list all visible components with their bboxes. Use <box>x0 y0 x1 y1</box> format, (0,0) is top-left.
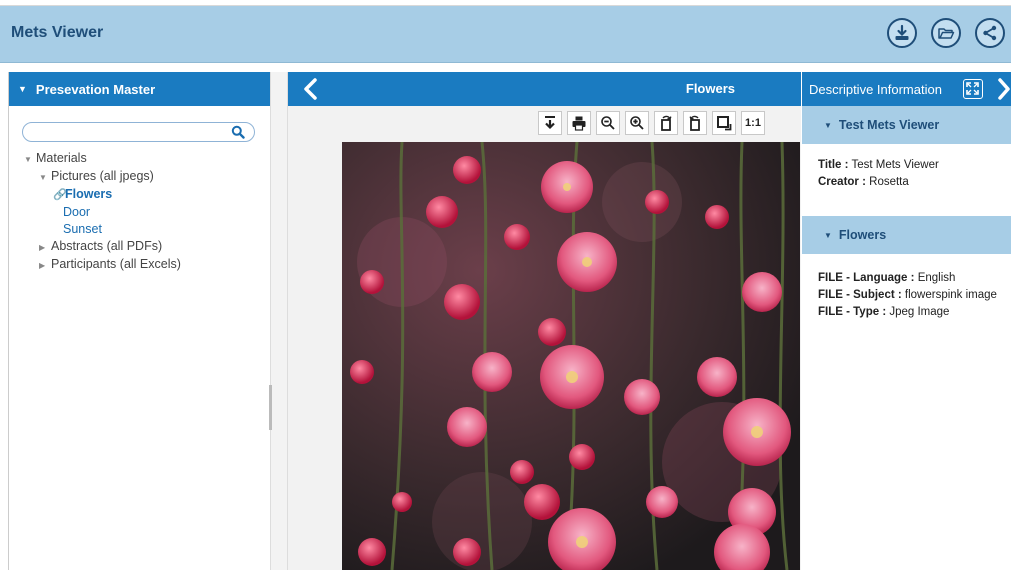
share-button[interactable] <box>975 18 1005 48</box>
flowers-photo <box>342 142 800 570</box>
tree-node-pictures[interactable]: ▼ Pictures (all jpegs) <box>24 168 181 186</box>
meta-subject-row: FILE - Subject : flowerspink image <box>818 289 997 301</box>
tree-search-input[interactable] <box>31 123 235 143</box>
caret-down-icon: ▼ <box>39 173 47 182</box>
search-icon[interactable] <box>231 125 245 139</box>
zoom-out-button[interactable] <box>596 111 620 135</box>
app-header: Mets Viewer <box>0 6 1011 63</box>
expand-icon <box>966 82 979 95</box>
tree-node-abstracts[interactable]: ▶ Abstracts (all PDFs) <box>24 238 181 256</box>
descriptive-info-title: Descriptive Information <box>809 81 942 97</box>
zoom-in-button[interactable] <box>625 111 649 135</box>
tree-node-sunset[interactable]: Sunset <box>24 221 181 238</box>
expand-button[interactable] <box>963 79 983 99</box>
tree-node-door[interactable]: Door <box>24 204 181 221</box>
app-title: Mets Viewer <box>11 24 104 41</box>
zoom-out-icon <box>601 116 615 130</box>
download-arrow-icon <box>545 116 555 130</box>
rotate-left-button[interactable] <box>654 111 678 135</box>
rotate-right-button[interactable] <box>683 111 707 135</box>
meta-title-row: Title : Test Mets Viewer <box>818 159 939 171</box>
download-button[interactable] <box>887 18 917 48</box>
splitter-handle[interactable] <box>269 385 272 430</box>
caret-right-icon: ▶ <box>39 243 46 252</box>
caret-right-icon: ▶ <box>39 261 46 270</box>
tree-node-flowers[interactable]: 🔗Flowers <box>24 186 181 204</box>
print-button[interactable] <box>567 111 591 135</box>
tree-node-participants[interactable]: ▶ Participants (all Excels) <box>24 256 181 274</box>
rotate-left-icon <box>661 115 672 131</box>
descriptive-info-panel: Descriptive Information ▼ Test Mets View… <box>802 72 1011 570</box>
caret-down-icon: ▼ <box>24 155 32 164</box>
viewer-title: Flowers <box>685 81 735 96</box>
section-test-mets-viewer-header[interactable]: ▼ Test Mets Viewer <box>802 106 1011 144</box>
download-icon <box>895 24 909 40</box>
flowers-image[interactable] <box>342 142 800 570</box>
descriptive-info-header: Descriptive Information <box>802 72 1011 106</box>
collapse-triangle-icon: ▼ <box>824 230 832 240</box>
printer-icon <box>572 116 586 131</box>
preservation-panel: ▼ Presevation Master ▼ Materials ▼ Picture… <box>8 72 270 570</box>
section-test-mets-viewer-body: Title : Test Mets Viewer Creator : Roset… <box>802 144 1011 216</box>
next-arrow-icon[interactable] <box>995 77 1011 101</box>
collapse-triangle-icon: ▼ <box>824 120 832 130</box>
previous-arrow-icon[interactable] <box>300 77 322 101</box>
panel-splitter[interactable] <box>270 72 288 570</box>
zoom-in-icon <box>630 116 644 130</box>
fit-window-icon <box>717 116 732 131</box>
preservation-panel-header[interactable]: ▼ Presevation Master <box>9 72 270 106</box>
tree-node-materials[interactable]: ▼ Materials <box>24 150 181 168</box>
meta-language-row: FILE - Language : English <box>818 272 956 284</box>
section-flowers-body: FILE - Language : English FILE - Subject… <box>802 254 1011 321</box>
download-file-button[interactable] <box>538 111 562 135</box>
link-icon: 🔗 <box>53 189 67 201</box>
meta-type-row: FILE - Type : Jpeg Image <box>818 306 950 318</box>
header-gap <box>0 63 1011 71</box>
meta-creator-row: Creator : Rosetta <box>818 176 909 188</box>
tree-search <box>22 122 255 143</box>
viewer-header: Flowers <box>288 72 801 106</box>
materials-tree: ▼ Materials ▼ Pictures (all jpegs) 🔗Flower… <box>24 150 181 274</box>
folder-open-icon <box>938 28 955 39</box>
collapse-triangle-icon: ▼ <box>18 84 27 94</box>
section-flowers-header[interactable]: ▼ Flowers <box>802 216 1011 254</box>
open-folder-button[interactable] <box>931 18 961 48</box>
rotate-right-icon <box>689 115 700 131</box>
image-viewer: Flowers 1:1 <box>288 72 801 570</box>
actual-size-button[interactable]: 1:1 <box>741 111 765 135</box>
viewer-toolbar: 1:1 <box>538 111 765 136</box>
fit-to-window-button[interactable] <box>712 111 736 135</box>
preservation-panel-title: Presevation Master <box>35 81 156 97</box>
share-icon <box>983 25 997 41</box>
